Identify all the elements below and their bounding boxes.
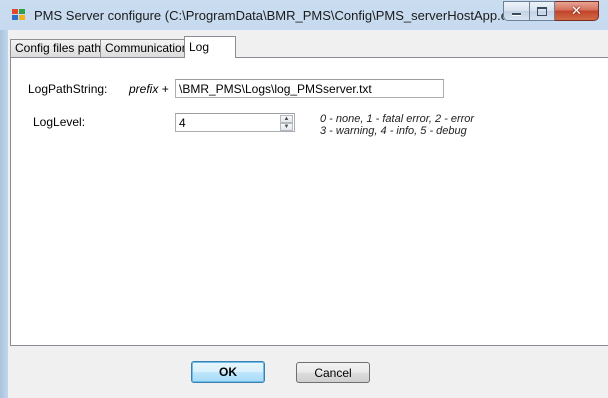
maximize-button[interactable] [530, 1, 555, 21]
maximize-icon [537, 6, 547, 16]
minimize-button[interactable] [503, 1, 530, 21]
minimize-icon [512, 13, 521, 15]
log-tab-page: LogPathString: prefix + \BMR_PMS\Logs\lo… [10, 57, 608, 346]
log-level-hint-line1: 0 - none, 1 - fatal error, 2 - error [320, 113, 475, 125]
client-area: Config files path Communication Log LogP… [8, 30, 608, 398]
log-path-input[interactable]: \BMR_PMS\Logs\log_PMSserver.txt [175, 79, 444, 98]
window-title: PMS Server configure (C:\ProgramData\BMR… [34, 8, 504, 23]
caption-buttons: ✕ [503, 1, 599, 21]
log-level-stepper[interactable]: ▲ ▼ [280, 115, 293, 131]
log-level-hint-line2: 3 - warning, 4 - info, 5 - debug [320, 125, 467, 137]
title-bar[interactable]: PMS Server configure (C:\ProgramData\BMR… [0, 0, 608, 30]
tab-config-files-path[interactable]: Config files path [10, 39, 106, 57]
window-left-border [0, 30, 8, 398]
tab-log[interactable]: Log [184, 36, 236, 58]
app-window: PMS Server configure (C:\ProgramData\BMR… [0, 0, 608, 398]
log-level-label: LogLevel: [33, 115, 86, 129]
cancel-button[interactable]: Cancel [296, 362, 370, 383]
log-level-spinbox[interactable]: 4 ▲ ▼ [175, 113, 295, 132]
app-icon [12, 9, 26, 21]
log-path-label: LogPathString: [28, 82, 108, 96]
log-level-value: 4 [179, 116, 186, 130]
ok-button[interactable]: OK [191, 361, 265, 383]
close-button[interactable]: ✕ [555, 1, 599, 21]
prefix-label: prefix + [129, 82, 169, 96]
spin-up-icon[interactable]: ▲ [280, 115, 293, 123]
spin-down-icon[interactable]: ▼ [280, 123, 293, 131]
close-icon: ✕ [571, 3, 582, 19]
log-level-hint: 0 - none, 1 - fatal error, 2 - error 3 -… [320, 113, 474, 137]
